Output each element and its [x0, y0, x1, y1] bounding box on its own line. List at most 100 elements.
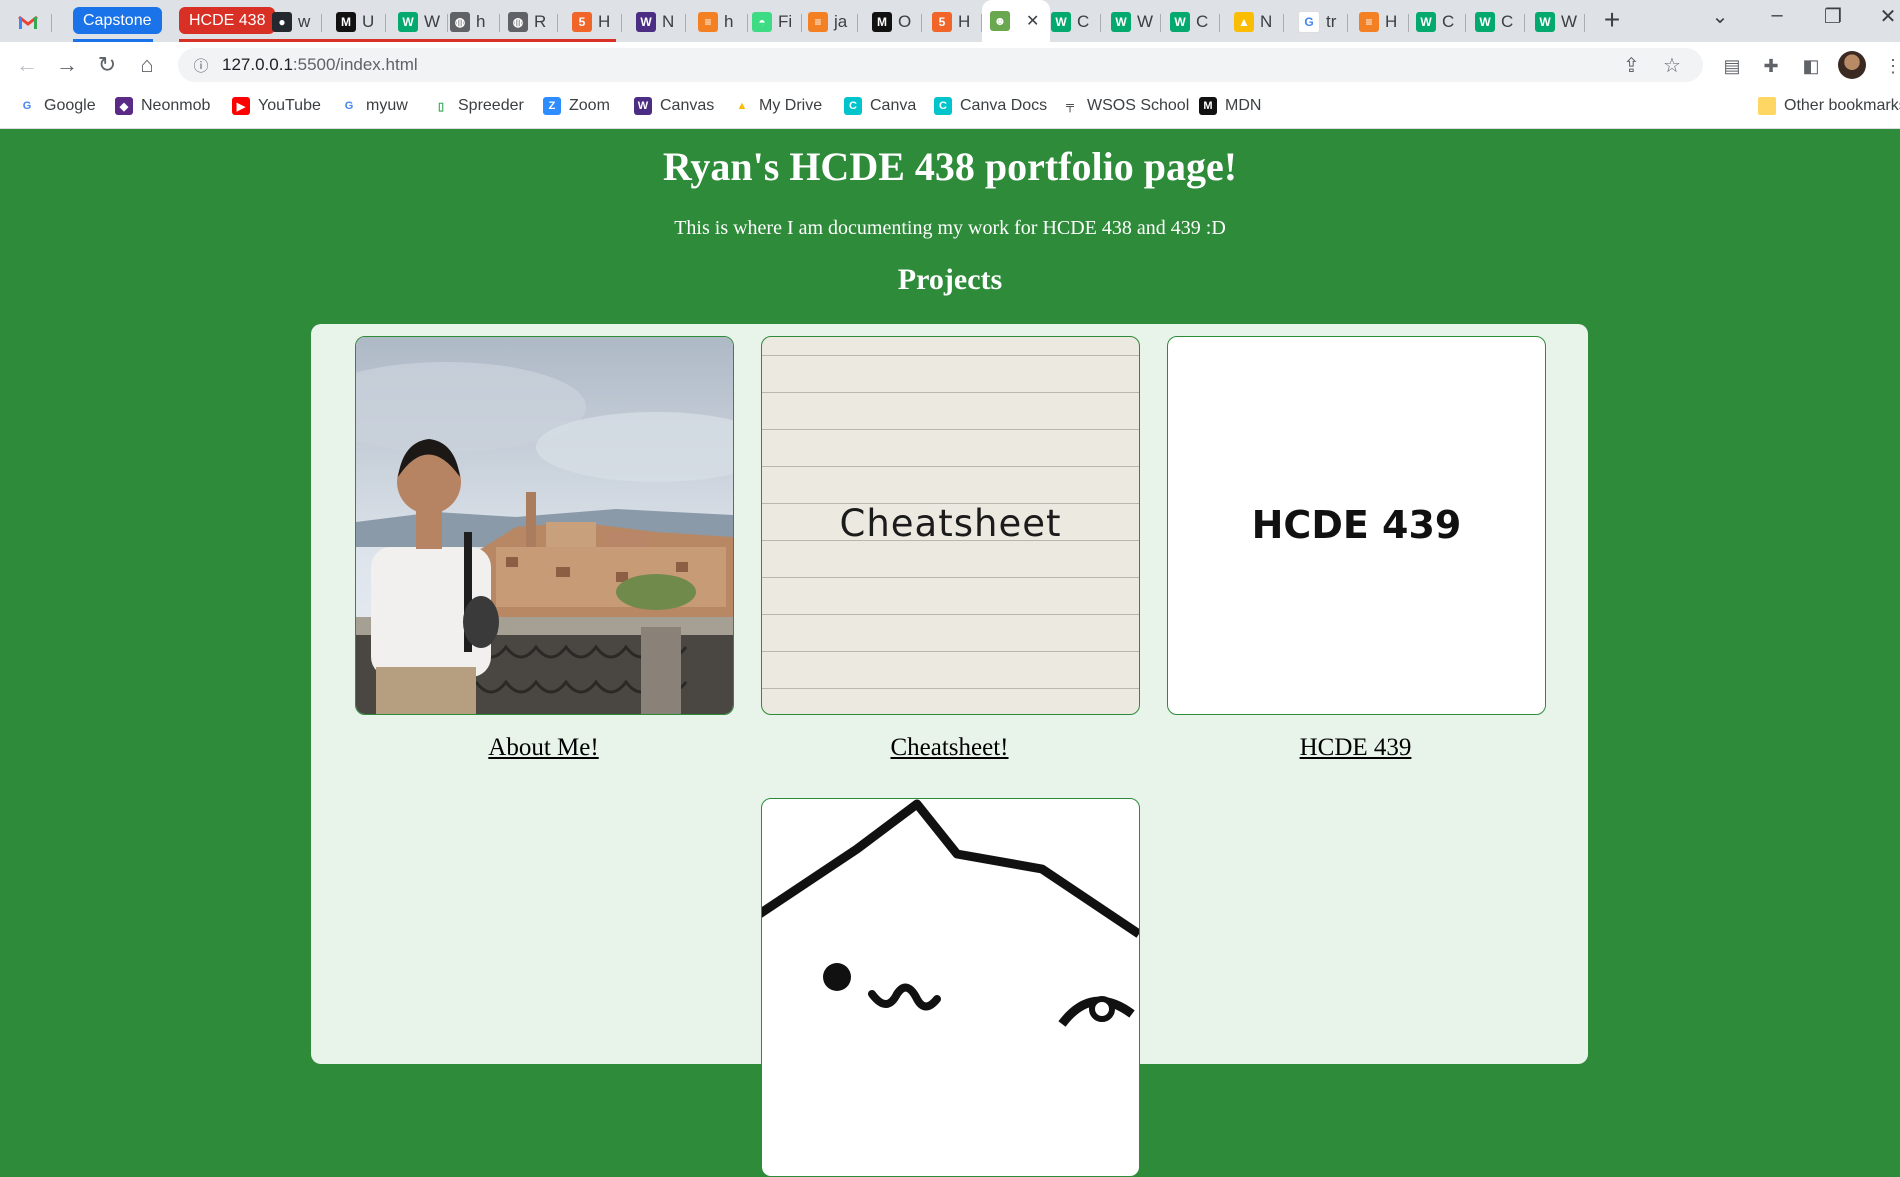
tab-title: H	[598, 11, 611, 31]
tab-8[interactable]: ◓ Fi	[752, 5, 802, 38]
back-icon[interactable]: ←	[12, 50, 42, 80]
tab-2[interactable]: WW	[398, 5, 448, 38]
close-tab-icon[interactable]: ✕	[1026, 11, 1039, 31]
cat-image[interactable]	[761, 798, 1140, 1177]
tab-7[interactable]: ≡ h	[698, 5, 748, 38]
frog-icon: ☻	[990, 11, 1010, 31]
stackoverflow-icon: ≡	[698, 11, 718, 32]
bookmark-label: myuw	[366, 97, 408, 114]
tab-5[interactable]: 5H	[572, 5, 622, 38]
url-text[interactable]: 127.0.0.1:5500/index.html	[222, 55, 418, 75]
tab-6[interactable]: WN	[636, 5, 686, 38]
tab-15[interactable]: WC	[1170, 5, 1220, 38]
home-icon[interactable]: ⌂	[132, 50, 162, 80]
cheatsheet-image-text: Cheatsheet	[839, 502, 1062, 545]
close-window-icon[interactable]: ✕	[1868, 4, 1900, 29]
tab-title: R	[534, 11, 547, 31]
bookmark-zoom[interactable]: Z Zoom	[543, 97, 610, 115]
stackoverflow-icon: ≡	[808, 11, 828, 32]
tab-17[interactable]: Gtr	[1298, 5, 1348, 38]
gmail-icon	[18, 12, 38, 32]
hcde-439-image-text: HCDE 439	[1251, 503, 1462, 547]
tab-20[interactable]: WC	[1475, 5, 1525, 38]
tab-16[interactable]: ▲ N	[1234, 5, 1284, 38]
bookmark-google[interactable]: G Google	[18, 97, 96, 115]
page-title: Ryan's HCDE 438 portfolio page!	[662, 144, 1238, 189]
new-tab-button[interactable]: +	[1597, 5, 1627, 35]
mdn-icon: M	[336, 11, 356, 32]
tab-12[interactable]: ☻ ✕	[982, 0, 1050, 42]
site-info-icon[interactable]: ⓘ	[190, 55, 212, 76]
tab-title: H	[1385, 11, 1398, 31]
tab-18[interactable]: ≡ H	[1359, 5, 1409, 38]
tab-3[interactable]: ◍ h	[450, 5, 500, 38]
tab-0[interactable]: ● w	[272, 5, 322, 38]
share-icon[interactable]: ⇪	[1623, 53, 1640, 78]
google-drive-icon: ▲	[1234, 11, 1254, 32]
bookmark-wsos-school[interactable]: ╤ WSOS School	[1061, 97, 1189, 115]
cheatsheet-link[interactable]: Cheatsheet!	[761, 734, 1138, 762]
bookmark-canvas[interactable]: W Canvas	[634, 97, 714, 115]
tab-title: W	[1137, 11, 1154, 31]
tab-group-hcde-438[interactable]: HCDE 438	[179, 7, 276, 34]
folder-icon	[1758, 97, 1776, 115]
tab-title: C	[1501, 11, 1514, 31]
globe-icon: ◍	[450, 11, 470, 32]
menu-kebab-icon[interactable]: ⋮	[1882, 56, 1900, 76]
uw-icon: W	[636, 11, 656, 32]
bookmark-neonmob[interactable]: ◆ Neonmob	[115, 97, 210, 115]
google-icon: G	[340, 97, 358, 115]
book-icon: ▯	[432, 97, 450, 115]
mdn-icon: M	[872, 11, 892, 32]
android-icon: ◓	[752, 11, 772, 32]
bookmark-youtube[interactable]: ▶ YouTube	[232, 97, 321, 115]
tab-19[interactable]: WC	[1416, 5, 1466, 38]
tab-11[interactable]: 5H	[932, 5, 982, 38]
reload-icon[interactable]: ↻	[92, 50, 122, 80]
forward-icon[interactable]: →	[52, 50, 82, 80]
address-bar[interactable]: ⓘ 127.0.0.1:5500/index.html ⇪ ☆	[178, 48, 1703, 82]
side-panel-icon[interactable]: ◧	[1800, 56, 1822, 76]
w3schools-icon: W	[398, 11, 418, 32]
bookmark-mdn[interactable]: M MDN	[1199, 97, 1261, 115]
tab-13[interactable]: WC	[1051, 5, 1101, 38]
globe-icon: ◍	[508, 11, 528, 32]
bookmark-label: My Drive	[759, 97, 823, 114]
bookmark-label: Spreeder	[458, 97, 524, 114]
minimize-icon[interactable]: –	[1757, 4, 1797, 27]
tab-1[interactable]: MU	[336, 5, 386, 38]
tab-14[interactable]: WW	[1111, 5, 1161, 38]
extensions-puzzle-icon[interactable]: ✚	[1760, 56, 1782, 76]
tab-4[interactable]: ◍ R	[508, 5, 558, 38]
about-me-image[interactable]	[355, 336, 734, 715]
cheatsheet-image[interactable]: Cheatsheet	[761, 336, 1140, 715]
hcde-439-link[interactable]: HCDE 439	[1167, 734, 1544, 762]
w3schools-icon: W	[1416, 11, 1436, 32]
bookmark-label: YouTube	[258, 97, 321, 114]
hcde-439-image[interactable]: HCDE 439	[1167, 336, 1546, 715]
bookmark-spreeder[interactable]: ▯ Spreeder	[432, 97, 524, 115]
tab-9[interactable]: ≡ ja	[808, 5, 858, 38]
canva-icon: C	[934, 97, 952, 115]
html5-icon: 5	[572, 11, 592, 32]
restore-icon[interactable]: ❐	[1813, 4, 1853, 29]
tab-title: N	[662, 11, 675, 31]
bookmark-other[interactable]: Other bookmarks	[1758, 97, 1900, 115]
profile-avatar[interactable]	[1838, 51, 1866, 79]
tab-21[interactable]: WW	[1535, 5, 1585, 38]
tab-title: N	[1260, 11, 1273, 31]
bookmark-my-drive[interactable]: ▲ My Drive	[733, 97, 822, 115]
neonmob-icon: ◆	[115, 97, 133, 115]
tab-10[interactable]: MO	[872, 5, 922, 38]
uw-icon: W	[634, 97, 652, 115]
bookmark-canva[interactable]: C Canva	[844, 97, 916, 115]
tab-gmail[interactable]	[18, 5, 52, 38]
reading-list-icon[interactable]: ▤	[1721, 56, 1743, 76]
tab-group-capstone[interactable]: Capstone	[73, 7, 162, 34]
stackoverflow-icon: ≡	[1359, 11, 1379, 32]
bookmark-canva-docs[interactable]: C Canva Docs	[934, 97, 1047, 115]
bookmark-myuw[interactable]: Gmyuw	[340, 97, 408, 115]
bookmark-star-icon[interactable]: ☆	[1663, 53, 1681, 78]
tab-search-chevron-icon[interactable]: ⌄	[1700, 4, 1740, 29]
about-me-link[interactable]: About Me!	[355, 734, 732, 762]
